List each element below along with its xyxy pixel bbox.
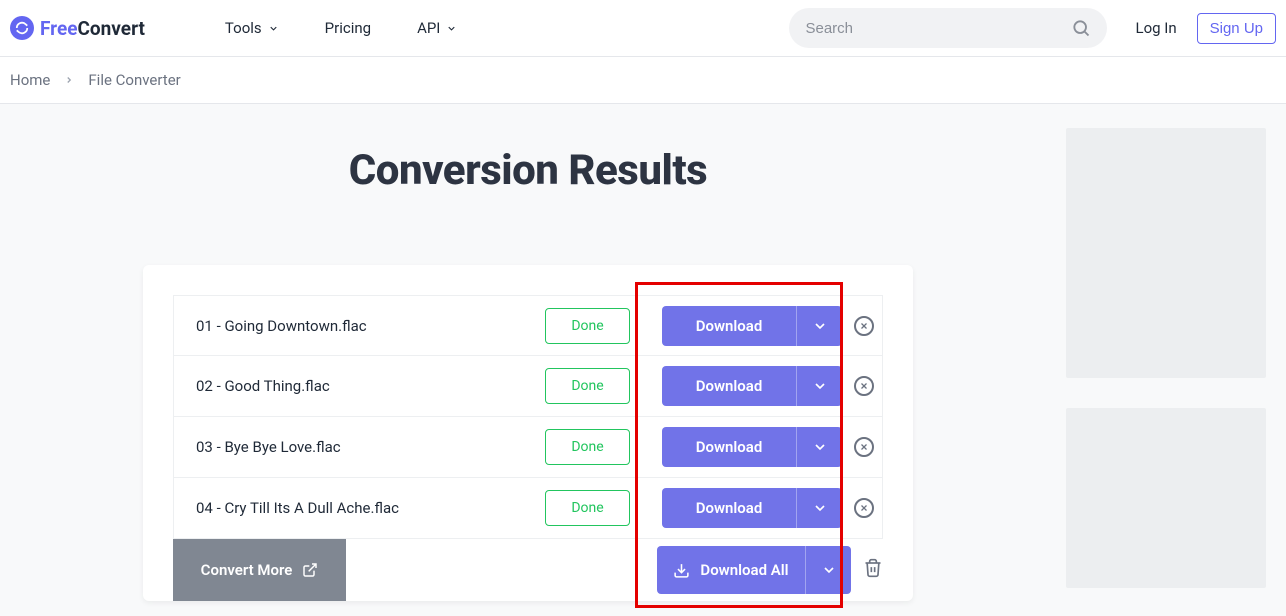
nav-tools[interactable]: Tools <box>225 19 279 37</box>
delete-all-button[interactable] <box>863 558 883 582</box>
nav-tools-label: Tools <box>225 19 262 37</box>
download-all-dropdown[interactable] <box>805 546 851 594</box>
breadcrumb: Home File Converter <box>0 57 1286 104</box>
breadcrumb-home[interactable]: Home <box>10 71 50 89</box>
nav-api[interactable]: API <box>417 19 457 37</box>
filename: 01 - Going Downtown.flac <box>196 317 545 335</box>
header: FreeConvert Tools Pricing API Log In Sig… <box>0 0 1286 57</box>
download-dropdown[interactable] <box>796 306 842 346</box>
remove-button[interactable] <box>854 316 874 336</box>
result-row: 01 - Going Downtown.flac Done Download <box>173 295 883 356</box>
download-dropdown[interactable] <box>796 488 842 528</box>
download-dropdown[interactable] <box>796 366 842 406</box>
download-all-button[interactable]: Download All <box>657 546 805 594</box>
signup-button[interactable]: Sign Up <box>1197 13 1276 44</box>
results-panel: 01 - Going Downtown.flac Done Download 0… <box>143 265 913 601</box>
logo-icon <box>10 16 34 40</box>
download-button[interactable]: Download <box>662 306 796 346</box>
status-done: Done <box>545 368 630 404</box>
search-icon <box>1071 18 1091 38</box>
result-row: 04 - Cry Till Its A Dull Ache.flac Done … <box>173 478 883 539</box>
ad-slot <box>1066 128 1266 378</box>
remove-button[interactable] <box>854 498 874 518</box>
filename: 04 - Cry Till Its A Dull Ache.flac <box>196 499 545 517</box>
status-done: Done <box>545 490 630 526</box>
logo[interactable]: FreeConvert <box>10 16 145 40</box>
download-button[interactable]: Download <box>662 366 796 406</box>
ad-slot <box>1066 408 1266 588</box>
search-input[interactable] <box>805 20 1063 37</box>
filename: 03 - Bye Bye Love.flac <box>196 438 545 456</box>
external-link-icon <box>302 562 318 578</box>
sidebar-ads <box>1056 104 1286 616</box>
download-dropdown[interactable] <box>796 427 842 467</box>
download-button[interactable]: Download <box>662 488 796 528</box>
remove-button[interactable] <box>854 376 874 396</box>
nav: Tools Pricing API <box>225 19 457 37</box>
login-link[interactable]: Log In <box>1135 19 1176 37</box>
status-done: Done <box>545 429 630 465</box>
chevron-right-icon <box>64 75 74 85</box>
nav-pricing[interactable]: Pricing <box>325 19 371 37</box>
trash-icon <box>863 558 883 578</box>
download-all-label: Download All <box>700 561 788 579</box>
page-title: Conversion Results <box>349 146 707 195</box>
nav-api-label: API <box>417 19 440 37</box>
chevron-down-icon <box>821 562 837 578</box>
convert-more-button[interactable]: Convert More <box>173 539 346 601</box>
close-icon <box>859 503 869 513</box>
nav-pricing-label: Pricing <box>325 19 371 37</box>
download-icon <box>673 562 690 579</box>
logo-text: FreeConvert <box>40 17 145 40</box>
chevron-down-icon <box>812 378 828 394</box>
chevron-down-icon <box>812 500 828 516</box>
chevron-down-icon <box>812 318 828 334</box>
chevron-down-icon <box>812 439 828 455</box>
remove-button[interactable] <box>854 437 874 457</box>
status-done: Done <box>545 308 630 344</box>
search-box[interactable] <box>789 8 1107 48</box>
chevron-down-icon <box>446 23 457 34</box>
result-row: 02 - Good Thing.flac Done Download <box>173 356 883 417</box>
close-icon <box>859 381 869 391</box>
chevron-down-icon <box>268 23 279 34</box>
close-icon <box>859 442 869 452</box>
close-icon <box>859 321 869 331</box>
footer-row: Convert More Download All <box>173 539 883 601</box>
result-row: 03 - Bye Bye Love.flac Done Download <box>173 417 883 478</box>
breadcrumb-file-converter[interactable]: File Converter <box>88 71 180 89</box>
convert-more-label: Convert More <box>201 561 293 579</box>
filename: 02 - Good Thing.flac <box>196 377 545 395</box>
download-button[interactable]: Download <box>662 427 796 467</box>
